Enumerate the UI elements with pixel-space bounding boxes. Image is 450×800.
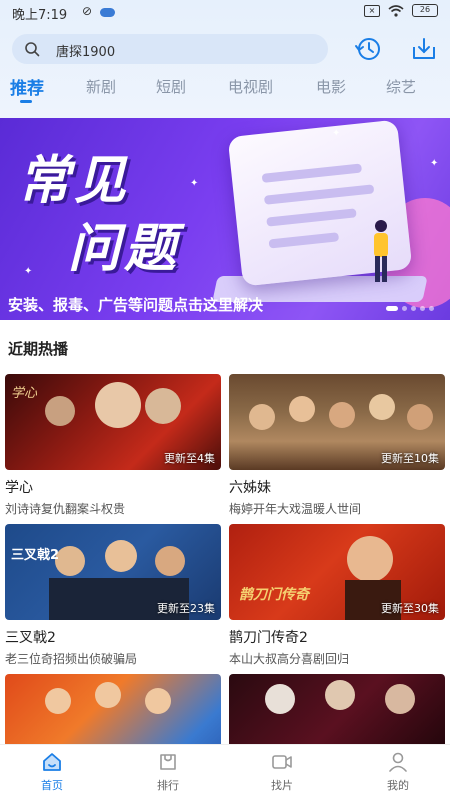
show-title: 六姊妹	[229, 480, 271, 496]
tab-tv-series[interactable]: 电视剧	[228, 76, 273, 97]
tab-new-drama[interactable]: 新剧	[86, 76, 116, 97]
carousel-indicator	[386, 306, 434, 311]
show-thumbnail: 鹊刀门传奇 更新至30集	[229, 524, 445, 620]
bottom-navigation: 首页 排行 找片 我的	[0, 744, 450, 800]
carousel-dot	[420, 306, 425, 311]
show-thumbnail: 学心 更新至4集	[5, 374, 221, 470]
show-description: 老三位奇招频出侦破骗局	[5, 652, 138, 666]
show-thumbnail: 更新至10集	[229, 374, 445, 470]
video-icon	[272, 755, 292, 769]
carousel-dot	[429, 306, 434, 311]
show-title: 三叉戟2	[5, 630, 56, 646]
carousel-dot	[386, 306, 398, 311]
tab-variety[interactable]: 综艺	[386, 76, 416, 97]
nav-label: 首页	[41, 779, 63, 792]
show-title: 学心	[5, 480, 33, 496]
active-tab-indicator	[20, 100, 32, 103]
thumbnail-logo: 三叉戟2	[11, 548, 60, 563]
person-illustration	[374, 220, 388, 282]
history-icon[interactable]	[354, 36, 382, 62]
show-description: 梅婷开年大戏温暖人世间	[229, 502, 362, 516]
show-thumbnail: 三叉戟2 更新至23集	[5, 524, 221, 620]
top-header: 晚上7:19 ⊘ × 26 唐探1900 推荐 新剧 短剧 电视剧 电影 综艺	[0, 0, 450, 118]
sim-icon: ×	[364, 4, 380, 17]
nav-profile[interactable]: 我的	[368, 751, 428, 793]
thumbnail-logo: 学心	[11, 386, 38, 401]
ranking-icon	[160, 754, 176, 770]
nav-label: 排行	[157, 779, 179, 792]
nav-home[interactable]: 首页	[22, 751, 82, 793]
profile-icon	[389, 752, 407, 772]
download-icon[interactable]	[410, 36, 438, 62]
show-title: 鹊刀门传奇2	[229, 630, 308, 646]
nav-label: 找片	[271, 779, 293, 792]
status-time: 晚上7:19	[12, 8, 68, 23]
thumbnail-logo: 鹊刀门传奇	[239, 587, 309, 603]
battery-indicator: 26	[412, 4, 438, 17]
carousel-dot	[402, 306, 407, 311]
search-query: 唐探1900	[56, 45, 116, 60]
episode-badge: 更新至23集	[157, 602, 215, 615]
banner-title-line2: 问题	[68, 218, 181, 279]
show-description: 本山大叔高分喜剧回归	[229, 652, 350, 666]
nav-label: 我的	[387, 779, 409, 792]
tab-movies[interactable]: 电影	[316, 76, 346, 97]
nav-ranking[interactable]: 排行	[138, 751, 198, 793]
banner-caption: 安装、报毒、广告等问题点击这里解决	[8, 296, 264, 314]
home-icon	[43, 753, 61, 771]
wifi-icon	[388, 4, 404, 17]
tab-short-drama[interactable]: 短剧	[156, 76, 186, 97]
carousel-dot	[411, 306, 416, 311]
show-card[interactable]: 学心 更新至4集 学心 刘诗诗复仇翻案斗权贵	[5, 374, 221, 517]
status-bar: 晚上7:19 ⊘ × 26	[0, 0, 450, 24]
category-tabs: 推荐 新剧 短剧 电视剧 电影 综艺	[0, 74, 450, 103]
sparkle-icon: ✦	[24, 266, 33, 277]
faq-banner[interactable]: ✦ ✦ ✦ ✦ 常见 问题 安装、报毒、广告等问题点击这里解决	[0, 118, 450, 320]
episode-badge: 更新至30集	[381, 602, 439, 615]
episode-badge: 更新至4集	[164, 452, 215, 465]
section-title: 近期热播	[8, 340, 69, 358]
episode-badge: 更新至10集	[381, 452, 439, 465]
banner-title-line1: 常见	[18, 150, 131, 211]
sparkle-icon: ✦	[190, 178, 199, 189]
search-input[interactable]: 唐探1900	[12, 34, 328, 64]
sparkle-icon: ✦	[332, 128, 341, 139]
cloud-icon	[100, 8, 115, 17]
mute-icon: ⊘	[82, 4, 93, 18]
search-icon	[25, 42, 40, 57]
show-description: 刘诗诗复仇翻案斗权贵	[5, 502, 126, 516]
show-card[interactable]: 鹊刀门传奇 更新至30集 鹊刀门传奇2 本山大叔高分喜剧回归	[229, 524, 445, 667]
nav-find-video[interactable]: 找片	[252, 751, 312, 793]
show-card[interactable]: 三叉戟2 更新至23集 三叉戟2 老三位奇招频出侦破骗局	[5, 524, 221, 667]
status-right-group: × 26	[364, 4, 438, 17]
tab-recommend[interactable]: 推荐	[10, 74, 44, 99]
sparkle-icon: ✦	[430, 158, 439, 169]
show-card[interactable]: 更新至10集 六姊妹 梅婷开年大戏温暖人世间	[229, 374, 445, 517]
